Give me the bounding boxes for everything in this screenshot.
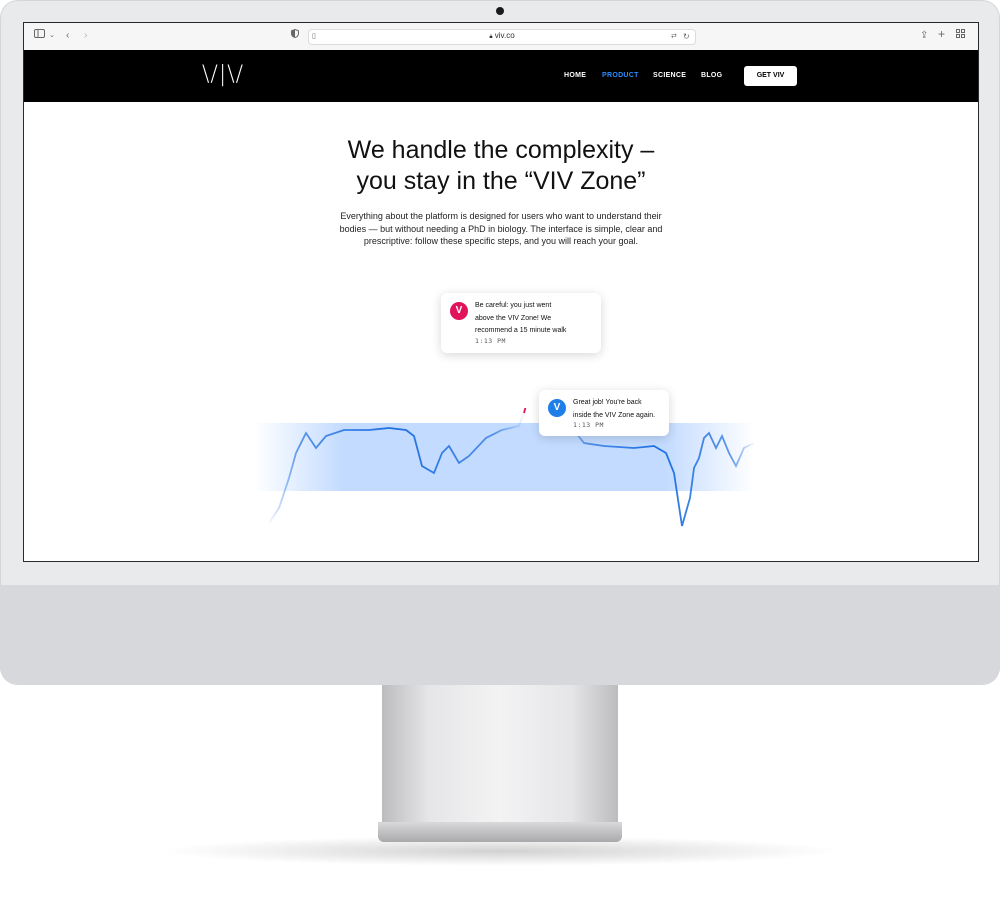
site-header: \/|\/ HOME PRODUCT SCIENCE BLOG GET VIV [24, 50, 978, 102]
get-viv-button[interactable]: GET VIV [744, 66, 797, 86]
viv-avatar: V [548, 399, 566, 417]
glucose-chart [254, 408, 754, 527]
browser-toolbar: ⌄ ‹ › ▯ 🔒︎ viv.co ⇄ ↻ ⇪ + [24, 23, 978, 51]
camera [496, 7, 504, 15]
notification-high-line-2: above the VIV Zone! We [475, 314, 552, 322]
address-bar[interactable]: ▯ 🔒︎ viv.co ⇄ ↻ [308, 29, 696, 45]
chevron-right-icon[interactable]: › [84, 29, 87, 43]
notification-high-text: Be careful: you just went above the VIV … [475, 300, 566, 338]
notification-back-line-1: Great job! You're back [573, 399, 642, 406]
chevron-down-icon[interactable]: ⌄ [49, 29, 55, 43]
monitor-stand [382, 685, 618, 825]
hero-title: We handle the complexity – you stay in t… [281, 135, 721, 197]
tab-overview-icon[interactable] [956, 29, 965, 43]
nav-blog[interactable]: BLOG [701, 72, 722, 79]
chevron-left-icon[interactable]: ‹ [66, 29, 69, 43]
shield-icon[interactable] [291, 28, 299, 43]
notification-back: V Great job! You're back inside the VIV … [539, 390, 669, 436]
notification-high-time: 1:13 PM [475, 337, 506, 345]
hero-title-line-2: you stay in the “VIV Zone” [356, 167, 646, 195]
notification-back-text: Great job! You're back inside the VIV Zo… [573, 397, 655, 422]
hero-title-line-1: We handle the complexity – [347, 136, 655, 164]
plus-icon[interactable]: + [938, 27, 945, 41]
monitor-foot [378, 822, 622, 842]
notification-high-line-1: Be careful: you just went [475, 302, 552, 309]
notification-high: V Be careful: you just went above the VI… [441, 293, 601, 353]
notification-high-line-3: recommend a 15 minute walk [475, 327, 567, 334]
share-icon[interactable]: ⇪ [920, 29, 928, 43]
monitor-frame: ⌄ ‹ › ▯ 🔒︎ viv.co ⇄ ↻ ⇪ + \/|\/ HOME PRO… [0, 0, 1000, 685]
browser-window: ⌄ ‹ › ▯ 🔒︎ viv.co ⇄ ↻ ⇪ + \/|\/ HOME PRO… [23, 22, 979, 562]
notification-back-time: 1:13 PM [573, 421, 604, 429]
translate-icon[interactable]: ⇄ [671, 30, 677, 44]
glucose-line-high [523, 408, 527, 414]
lock-icon: 🔒︎ [489, 34, 493, 40]
sidebar-icon[interactable] [34, 29, 45, 43]
monitor-chin [0, 585, 1000, 685]
nav-home[interactable]: HOME [564, 72, 586, 79]
url-text: viv.co [494, 31, 515, 40]
reload-icon[interactable]: ↻ [683, 30, 690, 44]
hero-body: Everything about the platform is designe… [339, 211, 663, 246]
viv-avatar: V [450, 302, 468, 320]
viv-logo[interactable]: \/|\/ [202, 62, 244, 87]
viv-zone-band [254, 423, 754, 491]
nav-science[interactable]: SCIENCE [653, 72, 686, 79]
nav-product[interactable]: PRODUCT [602, 72, 639, 79]
